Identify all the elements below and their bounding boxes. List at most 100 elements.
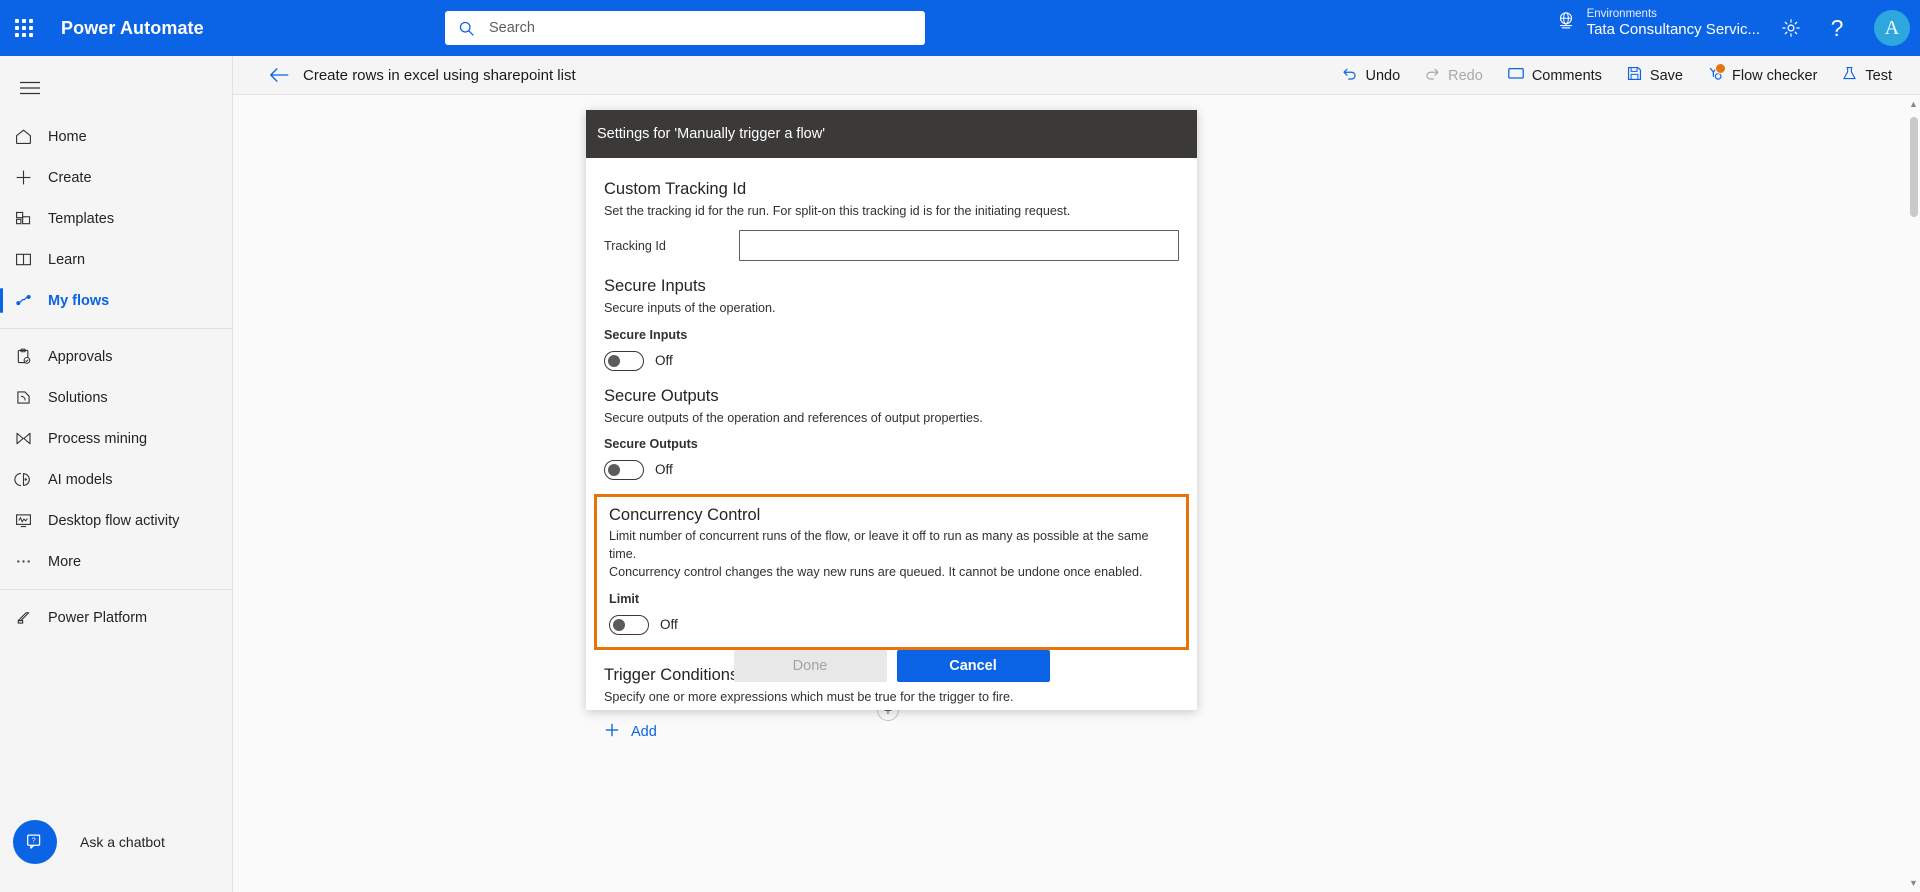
sidebar-item-label: Learn [48, 251, 86, 268]
templates-icon [14, 209, 48, 228]
flow-title: Create rows in excel using sharepoint li… [303, 66, 576, 84]
approvals-icon [14, 347, 48, 366]
comments-label: Comments [1531, 67, 1602, 84]
sidebar-divider [0, 589, 232, 590]
flow-checker-button[interactable]: Flow checker [1697, 60, 1827, 92]
undo-label: Undo [1365, 67, 1401, 84]
sidebar-item-more[interactable]: More [0, 541, 232, 582]
section-title: Secure Inputs [604, 277, 706, 296]
chatbot-launcher[interactable]: ? Ask a chatbot [0, 820, 165, 864]
sidebar-item-approvals[interactable]: Approvals [0, 336, 232, 377]
search-input[interactable] [487, 13, 907, 43]
environment-label: Environments [1586, 8, 1657, 20]
back-arrow-icon[interactable] [259, 56, 299, 95]
sidebar-item-label: Solutions [48, 389, 108, 406]
command-bar-actions: Undo Redo Comments Save Flow checker Tes… [1331, 56, 1902, 95]
ellipsis-icon [14, 552, 48, 571]
sidebar-item-label: Approvals [48, 348, 113, 365]
brand-title[interactable]: Power Automate [61, 18, 204, 39]
flow-checker-badge [1714, 62, 1726, 74]
test-label: Test [1865, 67, 1892, 84]
sidebar-item-solutions[interactable]: Solutions [0, 377, 232, 418]
section-description-line2: Concurrency control changes the way new … [609, 565, 1143, 580]
section-title: Concurrency Control [609, 505, 761, 524]
chatbot-icon[interactable]: ? [13, 820, 57, 864]
section-title: Secure Outputs [604, 386, 719, 405]
sidebar-item-process-mining[interactable]: Process mining [0, 418, 232, 459]
secure-inputs-field-label: Secure Inputs [604, 327, 688, 342]
sidebar-item-desktop-flow-activity[interactable]: Desktop flow activity [0, 500, 232, 541]
sidebar-item-learn[interactable]: Learn [0, 239, 232, 280]
top-brand-bar: Power Automate Environments Tata Consult… [0, 0, 1920, 56]
sidebar-item-templates[interactable]: Templates [0, 198, 232, 239]
environment-selector[interactable]: Environments Tata Consultancy Servic... [1555, 7, 1760, 40]
plus-icon [604, 722, 620, 743]
sidebar-item-label: Templates [48, 210, 115, 227]
sidebar: Home Create Templates Learn My flows App… [0, 56, 233, 892]
cancel-button[interactable]: Cancel [896, 650, 1050, 682]
search-icon [445, 20, 487, 37]
tracking-id-label: Tracking Id [604, 238, 666, 253]
save-button[interactable]: Save [1616, 60, 1693, 92]
flow-checker-label: Flow checker [1731, 67, 1818, 84]
svg-text:?: ? [32, 835, 36, 844]
flow-designer-canvas: ▲ ▼ + Settings for 'Manually trigger a f… [233, 95, 1920, 892]
section-description: Secure outputs of the operation and refe… [604, 410, 983, 425]
sidebar-item-label: AI models [48, 471, 113, 488]
avatar[interactable]: A [1874, 10, 1910, 46]
scroll-down-arrow[interactable]: ▼ [1909, 878, 1918, 888]
done-button[interactable]: Done [733, 650, 887, 682]
secure-outputs-section: Secure Outputs Secure outputs of the ope… [604, 387, 1179, 480]
section-description: Set the tracking id for the run. For spl… [604, 204, 1071, 218]
plus-icon [14, 168, 48, 187]
save-label: Save [1649, 67, 1683, 84]
secure-inputs-toggle-state: Off [655, 353, 673, 368]
search-box[interactable] [445, 11, 925, 45]
gear-icon[interactable] [1768, 0, 1814, 56]
test-flask-icon [1841, 65, 1858, 86]
desktop-flow-icon [14, 511, 48, 530]
command-bar: Create rows in excel using sharepoint li… [233, 56, 1920, 95]
sidebar-divider [0, 328, 232, 329]
redo-button[interactable]: Redo [1414, 60, 1493, 92]
secure-inputs-toggle[interactable] [604, 350, 644, 371]
chatbot-label: Ask a chatbot [80, 834, 165, 850]
secure-outputs-toggle[interactable] [604, 459, 644, 480]
undo-icon [1341, 65, 1358, 86]
sidebar-item-label: Desktop flow activity [48, 512, 180, 529]
scrollbar-thumb[interactable] [1910, 117, 1918, 217]
sidebar-item-label: Create [48, 169, 92, 186]
environment-name: Tata Consultancy Servic... [1586, 21, 1760, 39]
solutions-icon [14, 388, 48, 407]
section-title: Custom Tracking Id [604, 180, 747, 198]
sidebar-item-ai-models[interactable]: AI models [0, 459, 232, 500]
app-launcher-icon[interactable] [0, 0, 48, 56]
flow-icon [14, 291, 48, 310]
ai-models-icon [14, 470, 48, 489]
concurrency-limit-label: Limit [609, 591, 640, 606]
scroll-up-arrow[interactable]: ▲ [1909, 99, 1918, 109]
canvas-scrollbar[interactable]: ▲ ▼ [1907, 95, 1920, 892]
undo-button[interactable]: Undo [1331, 60, 1410, 92]
hamburger-menu-icon[interactable] [6, 66, 54, 110]
test-button[interactable]: Test [1831, 60, 1902, 92]
sidebar-item-label: Home [48, 128, 87, 145]
secure-outputs-toggle-state: Off [655, 462, 673, 478]
book-icon [14, 250, 48, 269]
sidebar-item-label: Process mining [48, 430, 148, 447]
sidebar-item-my-flows[interactable]: My flows [0, 280, 232, 321]
sidebar-item-home[interactable]: Home [0, 116, 232, 157]
dialog-footer: Done Cancel [586, 622, 1197, 710]
redo-icon [1424, 65, 1441, 86]
help-question-icon[interactable]: ? [1814, 0, 1860, 56]
section-description-line1: Limit number of concurrent runs of the f… [609, 528, 1149, 561]
tracking-id-input[interactable] [739, 230, 1179, 262]
redo-label: Redo [1448, 67, 1483, 84]
add-trigger-condition-button[interactable]: Add [604, 722, 694, 743]
sidebar-item-power-platform[interactable]: Power Platform [0, 597, 232, 638]
sidebar-item-create[interactable]: Create [0, 157, 232, 198]
section-description: Secure inputs of the operation. [604, 301, 776, 316]
comments-button[interactable]: Comments [1497, 60, 1612, 92]
secure-outputs-field-label: Secure Outputs [604, 436, 698, 451]
secure-inputs-section: Secure Inputs Secure inputs of the opera… [604, 277, 1179, 371]
